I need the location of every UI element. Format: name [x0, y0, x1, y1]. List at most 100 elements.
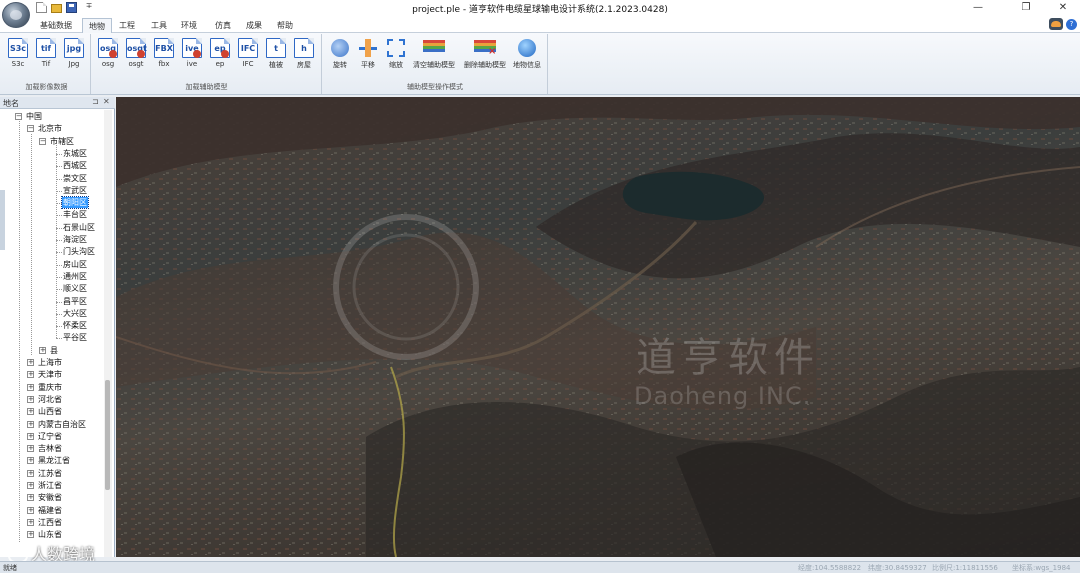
s3c-file-icon: S3c: [8, 38, 28, 58]
tab-simulation[interactable]: 仿真: [209, 18, 237, 33]
expand-icon[interactable]: +: [39, 346, 46, 354]
expand-icon[interactable]: +: [27, 518, 34, 526]
tree-node-label: 中国: [26, 112, 42, 121]
tree-connector: [56, 166, 62, 168]
3d-viewport[interactable]: 道亨软件 Daoheng INC.: [116, 97, 1080, 557]
help-icon[interactable]: ?: [1066, 19, 1077, 30]
tree-node-label: 黑龙江省: [38, 456, 70, 466]
group-label: 加载辅助模型: [185, 83, 228, 91]
tree-connector: [56, 227, 62, 229]
collapse-icon[interactable]: −: [15, 113, 22, 120]
restore-button[interactable]: ❐: [1016, 1, 1036, 15]
tree-node-label: 崇文区: [63, 173, 87, 183]
panel-close-icon[interactable]: ✕: [103, 97, 110, 106]
ribbon-panel: S3c S3c tif Tif jpg Jpg 加载影像数据 osg osg o…: [0, 33, 1080, 95]
expand-icon[interactable]: +: [27, 359, 34, 366]
tree-node-label: 重庆市: [38, 382, 62, 392]
expand-icon[interactable]: +: [27, 371, 34, 379]
watermark-english: Daoheng INC.: [634, 382, 812, 410]
tree-node-label: 门头沟区: [63, 247, 95, 257]
tree-node-label: 西城区: [63, 161, 87, 171]
expand-icon[interactable]: +: [27, 445, 34, 453]
tab-help[interactable]: 帮助: [271, 18, 299, 33]
import-arrow-icon: [137, 50, 145, 58]
group-load-aux-models: osg osg osgt osgt FBX fbx ive ive ep ep …: [92, 34, 322, 94]
ifc-file-icon: IFC: [238, 38, 258, 58]
close-button[interactable]: ✕: [1053, 1, 1073, 15]
tree-scrollbar-thumb[interactable]: [105, 380, 110, 490]
pin-icon[interactable]: ⊐: [92, 97, 99, 106]
expand-icon[interactable]: +: [27, 457, 34, 465]
tree-node-label: 朝阳区: [61, 196, 89, 210]
tree-node-label: 山西省: [38, 407, 62, 417]
tab-results[interactable]: 成果: [240, 18, 268, 33]
tree-node-label: 吉林省: [38, 444, 62, 454]
place-name-panel: 地名 ⊐ ✕ − 中国 − 北京市 − 市辖区 东城区 西城区 崇文区 宣武区 朝阳区 丰台区 石景山区…: [0, 97, 115, 557]
company-watermark: 道亨软件 Daoheng INC.: [446, 317, 916, 457]
expand-icon[interactable]: +: [27, 531, 34, 539]
house-file-icon: h: [294, 38, 314, 58]
status-bar: 就绪 经度:104.5588822 纬度:30.8459327 比例尺:1:11…: [0, 561, 1080, 573]
tree-node-label: 江西省: [38, 517, 62, 527]
application-menu-orb[interactable]: [2, 2, 30, 28]
status-latitude: 纬度:30.8459327: [868, 564, 927, 572]
group-label: 辅助模型操作模式: [407, 83, 463, 91]
status-longitude: 经度:104.5588822: [798, 564, 862, 572]
tree-node-label: 通州区: [63, 271, 87, 281]
zoom-button[interactable]: 缩放: [382, 36, 410, 70]
collapse-icon[interactable]: −: [27, 125, 34, 133]
tree-connector: [56, 144, 57, 338]
tree-node-label: 浙江省: [38, 481, 62, 490]
tab-tools[interactable]: 工具: [145, 18, 173, 33]
tab-base-data[interactable]: 基础数据: [34, 18, 78, 33]
delete-layer-icon: [474, 40, 496, 57]
collapse-icon[interactable]: −: [39, 137, 46, 145]
tree-node-label: 辽宁省: [38, 431, 62, 441]
tree-connector: [56, 301, 62, 303]
watermark-chinese: 道亨软件: [636, 335, 820, 381]
ribbon-tab-bar: 基础数据 地物 工程 工具 环境 仿真 成果 帮助: [0, 17, 1080, 33]
expand-icon[interactable]: +: [27, 408, 34, 416]
tree-connector: [56, 326, 62, 328]
tree-node-label: 大兴区: [63, 308, 87, 318]
tree-connector: [56, 215, 62, 217]
import-arrow-icon: [109, 50, 117, 58]
load-jpg-button[interactable]: jpg Jpg: [60, 36, 88, 70]
expand-icon[interactable]: +: [27, 494, 34, 502]
tree-node-label: 昌平区: [63, 296, 87, 306]
tab-project[interactable]: 工程: [113, 18, 141, 33]
skin-theme-icon[interactable]: [1049, 18, 1063, 30]
expand-icon[interactable]: +: [27, 506, 34, 514]
expand-icon[interactable]: +: [27, 482, 34, 489]
tree-connector: [56, 153, 62, 155]
tab-features[interactable]: 地物: [82, 18, 112, 33]
tree-node-label: 石景山区: [63, 222, 95, 232]
delete-aux-model-button[interactable]: 删除辅助模型: [464, 36, 506, 70]
expand-icon[interactable]: +: [27, 395, 34, 403]
tree-node-label: 海淀区: [63, 235, 87, 244]
clear-aux-models-button[interactable]: 清空辅助模型: [413, 36, 455, 70]
tif-file-icon: tif: [36, 38, 56, 58]
minimize-button[interactable]: —: [968, 1, 988, 15]
expand-icon[interactable]: +: [27, 420, 34, 428]
tree-node-label: 天津市: [38, 370, 62, 380]
tree-connector: [56, 276, 62, 278]
load-house-button[interactable]: h 房屋: [290, 36, 318, 70]
side-dock-tab[interactable]: [0, 190, 5, 250]
feature-info-button[interactable]: 地物信息: [513, 36, 541, 70]
tree-node-label: 上海市: [38, 358, 62, 367]
rotate-icon: [331, 39, 349, 57]
title-bar: ∓ project.ple - 道亨软件电缆星球输电设计系统(2.1.2023.…: [0, 0, 1080, 17]
tree-node-label: 江苏省: [38, 468, 62, 478]
tab-environment[interactable]: 环境: [175, 18, 203, 33]
import-arrow-icon: [221, 50, 229, 58]
status-text: 就绪: [3, 564, 17, 572]
expand-icon[interactable]: +: [27, 383, 34, 391]
jpg-file-icon: jpg: [64, 38, 84, 58]
tree-node-label: 内蒙古自治区: [38, 419, 86, 429]
overlay-watermark: 人数跨境: [8, 541, 95, 564]
tree-connector: [19, 121, 20, 542]
expand-icon[interactable]: +: [27, 469, 34, 477]
expand-icon[interactable]: +: [27, 432, 34, 440]
tree-connector: [31, 134, 32, 356]
